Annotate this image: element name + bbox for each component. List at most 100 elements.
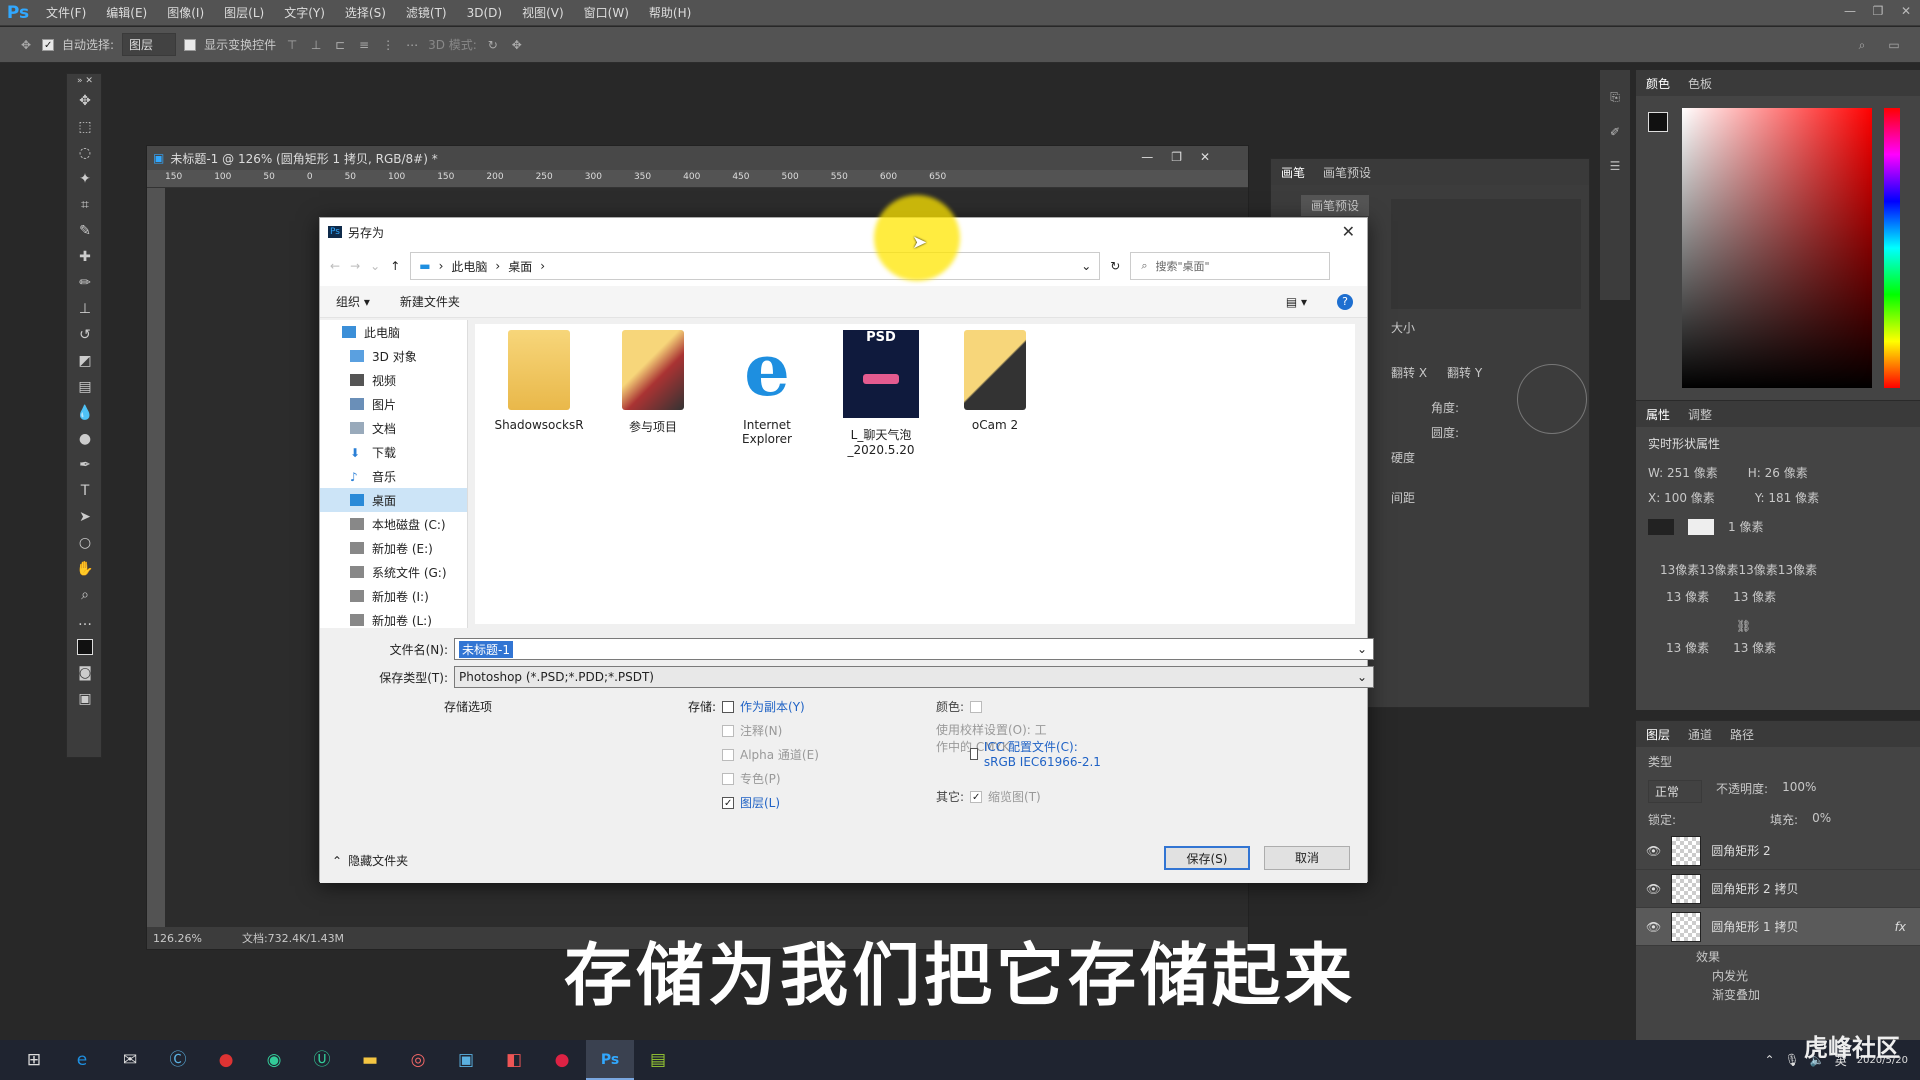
notes-checkbox[interactable]	[722, 724, 734, 737]
minimize-icon[interactable]: —	[1836, 0, 1864, 22]
nav-item[interactable]: 桌面	[320, 488, 467, 512]
3d-rotate-icon[interactable]: ↻	[485, 37, 501, 53]
workspace-icon[interactable]: ▭	[1886, 37, 1902, 53]
ellipse-tool-icon[interactable]: ○	[67, 530, 103, 556]
refresh-icon[interactable]: ↻	[1110, 259, 1120, 273]
app-pic-icon[interactable]: ◧	[490, 1040, 538, 1080]
tab-brush[interactable]: 画笔	[1281, 164, 1305, 181]
type-tool-icon[interactable]: T	[67, 478, 103, 504]
chevron-down-icon[interactable]: ⌄	[1357, 670, 1367, 684]
layer-kind-filter[interactable]: 类型	[1636, 747, 1920, 776]
search-icon[interactable]: ⌕	[1854, 37, 1870, 53]
auto-select-dropdown[interactable]: 图层	[122, 33, 177, 56]
nav-item[interactable]: 3D 对象	[320, 344, 467, 368]
tab-properties[interactable]: 属性	[1646, 406, 1670, 423]
flip-y-label[interactable]: 翻转 Y	[1447, 364, 1482, 381]
up-icon[interactable]: ↑	[390, 259, 400, 273]
tab-brush-presets[interactable]: 画笔预设	[1323, 164, 1371, 181]
magic-wand-icon[interactable]: ✦	[67, 166, 103, 192]
doc-window-controls[interactable]: —❐✕	[1141, 150, 1228, 164]
tab-adjustments[interactable]: 调整	[1688, 406, 1712, 423]
icc-checkbox[interactable]	[970, 747, 978, 760]
chevron-up-icon[interactable]: ⌃	[1764, 1053, 1774, 1067]
effect-inner-glow[interactable]: 内发光	[1636, 965, 1920, 984]
corner-tl[interactable]: 13 像素	[1666, 588, 1709, 605]
eye-icon[interactable]: 👁	[1646, 920, 1661, 934]
path-select-icon[interactable]: ➤	[67, 504, 103, 530]
filename-input[interactable]: 未标题-1 ⌄	[454, 638, 1374, 660]
brush-settings-icon[interactable]: ✐	[1600, 105, 1630, 139]
width-field[interactable]: W: 251 像素	[1648, 464, 1718, 481]
notes-icon[interactable]: ▤	[634, 1040, 682, 1080]
layers-label[interactable]: 图层(L)	[740, 794, 780, 811]
eraser-icon[interactable]: ◩	[67, 348, 103, 374]
color-swatches-icon[interactable]	[67, 634, 103, 660]
hand-tool-icon[interactable]: ✋	[67, 556, 103, 582]
distribute-h-icon[interactable]: ⋯	[404, 37, 420, 53]
move-tool-icon[interactable]: ✥	[67, 88, 103, 114]
corner-bl[interactable]: 13 像素	[1666, 639, 1709, 656]
auto-select-checkbox[interactable]	[42, 38, 54, 51]
fill-swatch[interactable]	[1648, 518, 1674, 535]
menu-layer[interactable]: 图层(L)	[214, 4, 274, 21]
edge-icon[interactable]: e	[58, 1040, 106, 1080]
y-field[interactable]: Y: 181 像素	[1755, 489, 1819, 506]
file-item[interactable]: oCam 2	[949, 324, 1041, 624]
gradient-tool-icon[interactable]: ▤	[67, 374, 103, 400]
align-left-icon[interactable]: ⊏	[332, 37, 348, 53]
tab-swatches[interactable]: 色板	[1688, 75, 1712, 92]
align-top-icon[interactable]: ⊤	[284, 37, 300, 53]
nav-item[interactable]: 新加卷 (I:)	[320, 584, 467, 608]
tab-channels[interactable]: 通道	[1688, 726, 1712, 743]
breadcrumb-pc[interactable]: 此电脑	[451, 258, 487, 275]
thumbnail-checkbox[interactable]	[970, 790, 983, 803]
firefox-icon[interactable]: ◎	[394, 1040, 442, 1080]
app-red-icon[interactable]: ●	[202, 1040, 250, 1080]
healing-brush-icon[interactable]: ✚	[67, 244, 103, 270]
pen-tool-icon[interactable]: ✒	[67, 452, 103, 478]
quick-mask-icon[interactable]: ◙	[67, 660, 103, 686]
history-icon[interactable]: ⎘	[1600, 70, 1630, 105]
tab-color[interactable]: 颜色	[1646, 75, 1670, 92]
file-item[interactable]: 参与项目	[607, 324, 699, 624]
stroke-swatch[interactable]	[1688, 518, 1714, 535]
start-icon[interactable]: ⊞	[10, 1040, 58, 1080]
more-tools-icon[interactable]: …	[67, 608, 103, 634]
organize-button[interactable]: 组织 ▾	[336, 293, 370, 310]
nav-item[interactable]: ♪ 音乐	[320, 464, 467, 488]
nav-item[interactable]: 本地磁盘 (C:)	[320, 512, 467, 536]
search-box[interactable]: ⌕ 搜索"桌面"	[1130, 252, 1331, 280]
menu-3d[interactable]: 3D(D)	[457, 6, 512, 20]
fx-icon[interactable]: fx	[1895, 920, 1906, 934]
link-icon[interactable]: ⛓	[1636, 609, 1920, 633]
hue-slider[interactable]	[1884, 108, 1900, 388]
nav-item[interactable]: 新加卷 (E:)	[320, 536, 467, 560]
nav-item[interactable]: 系统文件 (G:)	[320, 560, 467, 584]
corner-br[interactable]: 13 像素	[1733, 639, 1776, 656]
height-field[interactable]: H: 26 像素	[1748, 464, 1808, 481]
stroke-width[interactable]: 1 像素	[1728, 518, 1763, 535]
app-c-icon[interactable]: Ⓒ	[154, 1040, 202, 1080]
align-middle-icon[interactable]: ⊥	[308, 37, 324, 53]
tab-paths[interactable]: 路径	[1730, 726, 1754, 743]
eye-icon[interactable]: 👁	[1646, 844, 1661, 858]
foreground-color-swatch[interactable]	[1648, 112, 1668, 132]
move-tool-icon[interactable]: ✥	[18, 37, 34, 53]
collapse-icon[interactable]: » ✕	[67, 74, 103, 88]
file-item[interactable]: e Internet Explorer	[721, 324, 813, 624]
nav-item[interactable]: ⬇ 下载	[320, 440, 467, 464]
menu-filter[interactable]: 滤镜(T)	[396, 4, 457, 21]
menu-edit[interactable]: 编辑(E)	[96, 4, 157, 21]
app-green-icon[interactable]: ◉	[250, 1040, 298, 1080]
screen-mode-icon[interactable]: ▣	[67, 686, 103, 712]
menu-select[interactable]: 选择(S)	[335, 4, 396, 21]
file-item[interactable]: PSD L_聊天气泡_2020.5.20	[835, 324, 927, 624]
explorer-icon[interactable]: ▬	[346, 1040, 394, 1080]
brush-tips-grid[interactable]	[1391, 199, 1581, 309]
dodge-tool-icon[interactable]: ●	[67, 426, 103, 452]
as-copy-checkbox[interactable]	[722, 700, 735, 713]
restore-icon[interactable]: ❐	[1864, 0, 1892, 22]
cancel-button[interactable]: 取消	[1264, 846, 1350, 870]
align-center-icon[interactable]: ≡	[356, 37, 372, 53]
layer-row[interactable]: 👁 圆角矩形 2 拷贝	[1636, 870, 1920, 908]
